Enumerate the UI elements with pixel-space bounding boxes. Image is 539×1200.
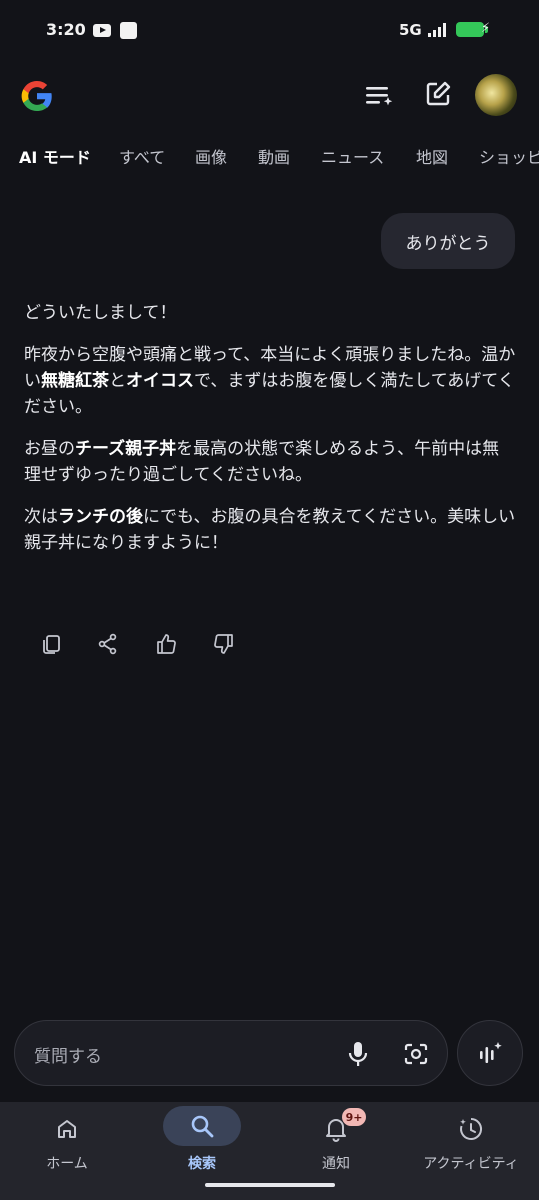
lens-camera-icon: [404, 1043, 428, 1065]
google-logo-icon[interactable]: [19, 78, 55, 114]
thumbs-up-button[interactable]: [151, 629, 181, 659]
ask-input-placeholder[interactable]: 質問する: [34, 1042, 102, 1067]
nav-search[interactable]: 検索: [135, 1106, 269, 1176]
nav-notifications-label: 通知: [322, 1156, 350, 1172]
charging-bolt-icon: ⚡: [481, 21, 491, 36]
history-list-button[interactable]: [361, 77, 397, 113]
ai-answer: どういたしまして！ 昨夜から空腹や頭痛と戦って、本当によく頑張りましたね。温かい…: [24, 300, 516, 572]
tab-all[interactable]: すべて: [119, 144, 165, 168]
answer-paragraph-2: 昨夜から空腹や頭痛と戦って、本当によく頑張りましたね。温かい無糖紅茶とオイコスで…: [24, 345, 516, 417]
answer-paragraph-4: 次はランチの後にでも、お腹の具合を教えてください。美味しい親子丼になりますように…: [24, 507, 516, 553]
network-label: 5G: [399, 21, 422, 39]
tab-images[interactable]: 画像: [195, 144, 227, 168]
nav-activity-label: アクティビティ: [423, 1156, 519, 1172]
nav-notifications[interactable]: 9+ 通知: [269, 1106, 403, 1176]
thumbs-down-button[interactable]: [209, 629, 239, 659]
thumbs-up-icon: [157, 634, 176, 654]
tab-news[interactable]: ニュース: [321, 144, 384, 168]
thumbs-down-icon: [214, 634, 233, 654]
activity-icon: [454, 1112, 488, 1146]
share-icon: [98, 633, 117, 655]
youtube-icon: [93, 24, 111, 37]
new-chat-edit-icon: [426, 81, 451, 106]
copy-icon: [43, 635, 60, 654]
answer-paragraph-3: お昼のチーズ親子丼を最高の状態で楽しめるよう、午前中は無理せずゆったり過ごしてく…: [24, 439, 500, 485]
answer-paragraph-1: どういたしまして！: [24, 303, 177, 323]
home-icon: [50, 1112, 84, 1146]
user-message-bubble: ありがとう: [381, 213, 515, 269]
search-icon: [185, 1109, 219, 1143]
home-indicator: [205, 1183, 335, 1187]
nav-home[interactable]: ホーム: [0, 1106, 134, 1176]
battery-icon: [456, 22, 484, 37]
tab-shopping[interactable]: ショッピ: [479, 144, 539, 168]
app-notification-icon: [120, 22, 137, 39]
live-voice-button[interactable]: [457, 1020, 523, 1086]
copy-button[interactable]: [36, 629, 66, 659]
tab-maps[interactable]: 地図: [416, 144, 448, 168]
search-mode-tabs: AI モード すべて 画像 動画 ニュース 地図 ショッピ: [0, 144, 539, 174]
mic-button[interactable]: [344, 1040, 372, 1068]
new-chat-button[interactable]: [420, 76, 456, 112]
live-voice-icon: [480, 1042, 502, 1063]
status-time: 3:20: [46, 20, 86, 39]
tab-videos[interactable]: 動画: [258, 144, 290, 168]
share-button[interactable]: [93, 629, 123, 659]
notification-badge: 9+: [342, 1108, 366, 1126]
avatar[interactable]: [475, 74, 517, 116]
tab-ai-mode[interactable]: AI モード: [19, 144, 91, 168]
nav-search-label: 検索: [188, 1156, 216, 1172]
history-list-icon: [366, 87, 393, 106]
mic-icon: [348, 1042, 368, 1066]
lens-button[interactable]: [402, 1040, 430, 1068]
nav-activity[interactable]: アクティビティ: [404, 1106, 538, 1176]
nav-home-label: ホーム: [46, 1156, 88, 1172]
signal-icon: [428, 23, 446, 37]
